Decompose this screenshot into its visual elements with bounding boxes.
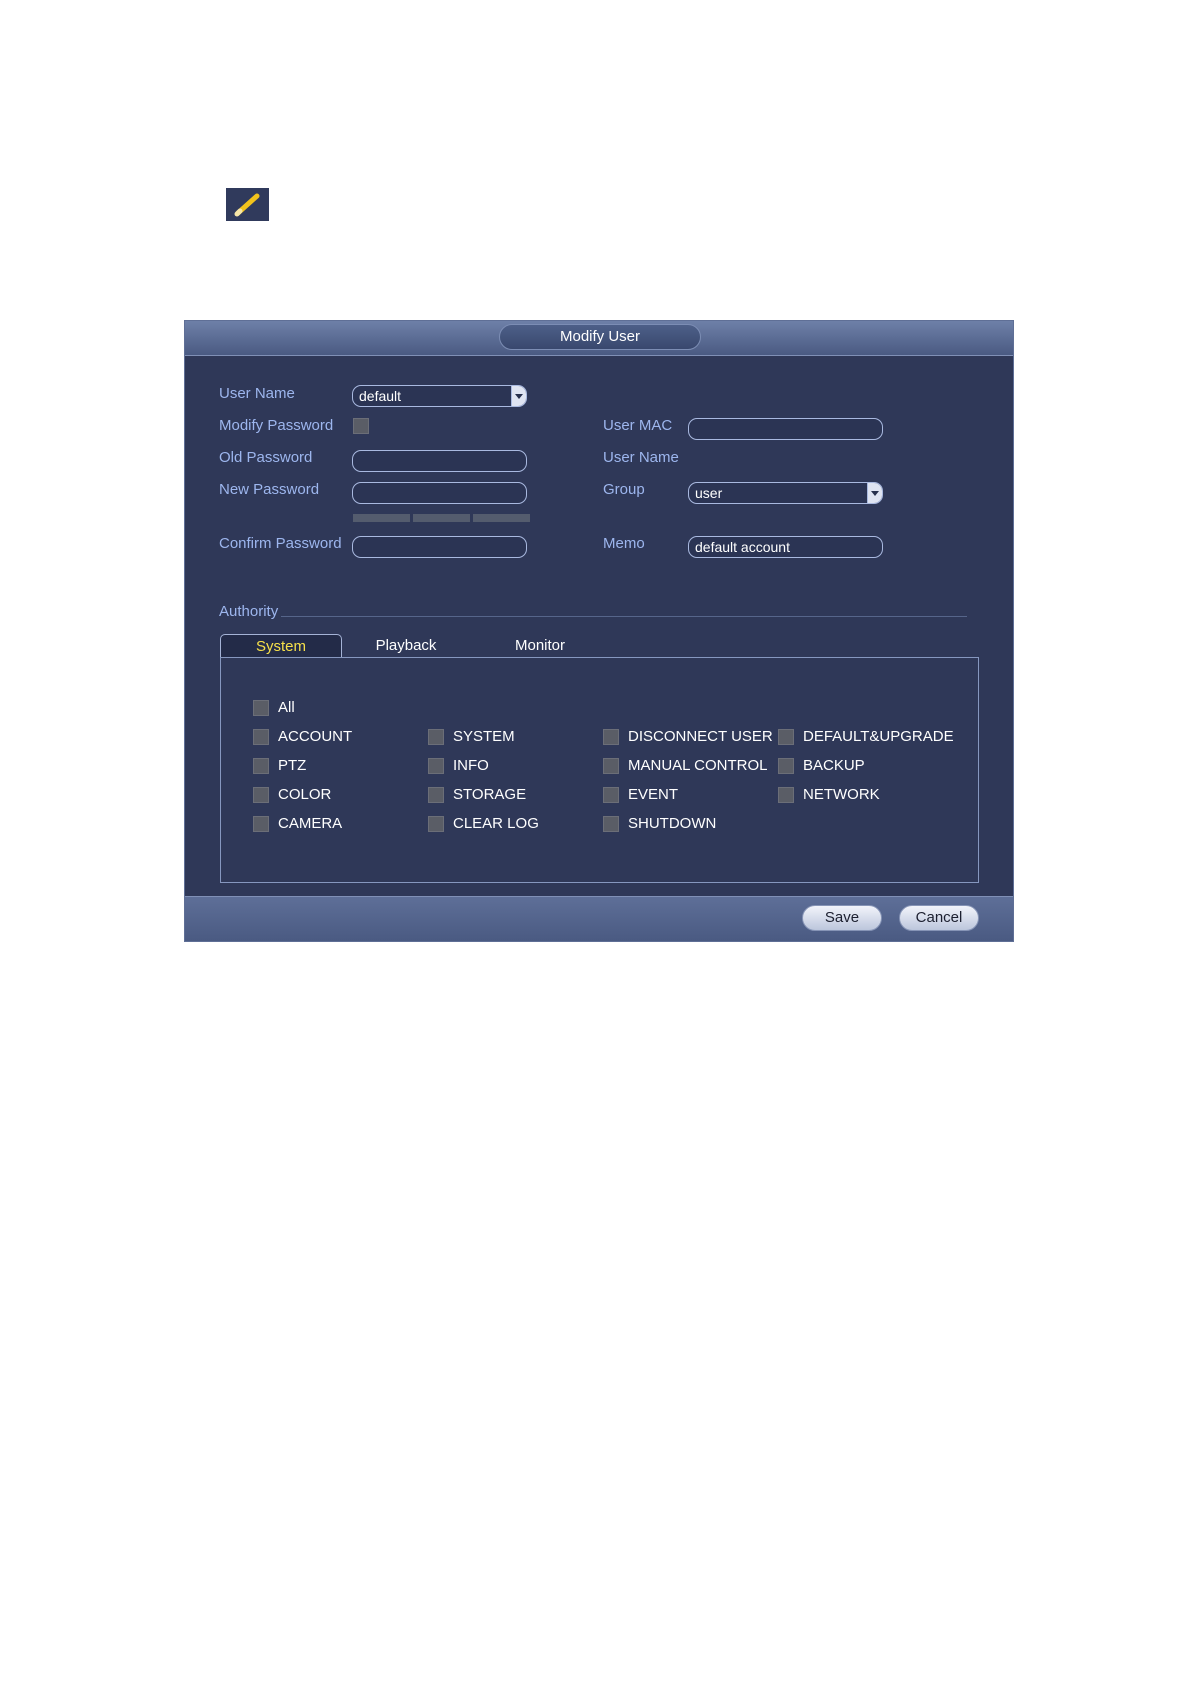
permission-label: DISCONNECT USER bbox=[628, 728, 773, 745]
user-name-value: default bbox=[359, 388, 402, 404]
permission-label: EVENT bbox=[628, 786, 679, 803]
permission-label: BACKUP bbox=[803, 757, 865, 774]
checkbox-box[interactable] bbox=[778, 728, 794, 745]
group-select[interactable]: user bbox=[688, 482, 883, 504]
checkbox-box[interactable] bbox=[603, 757, 619, 774]
permission-default-upgrade[interactable]: DEFAULT&UPGRADE bbox=[778, 728, 954, 745]
permission-label: DEFAULT&UPGRADE bbox=[803, 728, 954, 745]
permission-system[interactable]: SYSTEM bbox=[428, 728, 515, 745]
group-label: Group bbox=[603, 481, 645, 498]
user-name-select[interactable]: default bbox=[352, 385, 527, 407]
checkbox-box[interactable] bbox=[428, 757, 444, 774]
permission-storage[interactable]: STORAGE bbox=[428, 786, 526, 803]
checkbox-box[interactable] bbox=[428, 728, 444, 745]
permission-label: COLOR bbox=[278, 786, 332, 803]
modify-password-checkbox[interactable] bbox=[353, 418, 378, 434]
strength-segment bbox=[413, 514, 470, 522]
checkbox-box[interactable] bbox=[253, 699, 269, 716]
permission-label: CLEAR LOG bbox=[453, 815, 539, 832]
group-value: user bbox=[695, 485, 723, 501]
checkbox-box[interactable] bbox=[253, 728, 269, 745]
permission-camera[interactable]: CAMERA bbox=[253, 815, 342, 832]
new-password-field[interactable] bbox=[352, 482, 527, 504]
chevron-down-icon[interactable] bbox=[511, 386, 526, 406]
authority-label: Authority bbox=[219, 603, 279, 620]
permission-label: STORAGE bbox=[453, 786, 527, 803]
permission-account[interactable]: ACCOUNT bbox=[253, 728, 352, 745]
permission-color[interactable]: COLOR bbox=[253, 786, 331, 803]
permission-label: SHUTDOWN bbox=[628, 815, 717, 832]
permission-info[interactable]: INFO bbox=[428, 757, 489, 774]
checkbox-box[interactable] bbox=[603, 728, 619, 745]
memo-field[interactable]: default account bbox=[688, 536, 883, 558]
permission-label: CAMERA bbox=[278, 815, 343, 832]
old-password-field[interactable] bbox=[352, 450, 527, 472]
checkbox-box[interactable] bbox=[253, 757, 269, 774]
tab-monitor[interactable]: Monitor bbox=[485, 634, 595, 658]
permission-label: ACCOUNT bbox=[278, 728, 353, 745]
user-name-secondary-label: User Name bbox=[603, 449, 679, 466]
permission-network[interactable]: NETWORK bbox=[778, 786, 880, 803]
permission-event[interactable]: EVENT bbox=[603, 786, 678, 803]
permission-label: SYSTEM bbox=[453, 728, 515, 745]
memo-label: Memo bbox=[603, 535, 645, 552]
user-mac-label: User MAC bbox=[603, 417, 673, 434]
permission-clear-log[interactable]: CLEAR LOG bbox=[428, 815, 539, 832]
tab-playback[interactable]: Playback bbox=[351, 634, 461, 658]
checkbox-box[interactable] bbox=[353, 418, 369, 434]
save-button[interactable]: Save bbox=[802, 905, 882, 931]
permission-shutdown[interactable]: SHUTDOWN bbox=[603, 815, 716, 832]
confirm-password-label: Confirm Password bbox=[219, 535, 342, 552]
permission-backup[interactable]: BACKUP bbox=[778, 757, 865, 774]
permission-label: PTZ bbox=[278, 757, 307, 774]
strength-segment bbox=[473, 514, 530, 522]
permission-label: All bbox=[278, 699, 295, 716]
new-password-label: New Password bbox=[219, 481, 320, 498]
permission-label: MANUAL CONTROL bbox=[628, 757, 768, 774]
dialog-footer: Save Cancel bbox=[185, 896, 1013, 941]
user-name-label: User Name bbox=[219, 385, 295, 402]
cancel-button[interactable]: Cancel bbox=[899, 905, 979, 931]
chevron-down-icon[interactable] bbox=[867, 483, 882, 503]
checkbox-box[interactable] bbox=[603, 815, 619, 832]
password-strength-meter bbox=[353, 514, 530, 522]
checkbox-box[interactable] bbox=[603, 786, 619, 803]
permission-disconnect-user[interactable]: DISCONNECT USER bbox=[603, 728, 773, 745]
confirm-password-field[interactable] bbox=[352, 536, 527, 558]
checkbox-box[interactable] bbox=[253, 786, 269, 803]
checkbox-box[interactable] bbox=[778, 786, 794, 803]
dialog-header: Modify User bbox=[185, 321, 1013, 356]
modify-user-dialog: Modify User User Name default Modify Pas… bbox=[184, 320, 1014, 942]
checkbox-box[interactable] bbox=[428, 815, 444, 832]
user-mac-field[interactable] bbox=[688, 418, 883, 440]
permission-all[interactable]: All bbox=[253, 699, 295, 716]
checkbox-box[interactable] bbox=[778, 757, 794, 774]
dialog-title: Modify User bbox=[499, 324, 701, 350]
permission-label: INFO bbox=[453, 757, 489, 774]
permission-manual-control[interactable]: MANUAL CONTROL bbox=[603, 757, 767, 774]
old-password-label: Old Password bbox=[219, 449, 313, 466]
modify-password-label: Modify Password bbox=[219, 417, 334, 434]
pencil-edit-icon bbox=[226, 188, 269, 221]
checkbox-box[interactable] bbox=[428, 786, 444, 803]
permission-label: NETWORK bbox=[803, 786, 880, 803]
permission-ptz[interactable]: PTZ bbox=[253, 757, 306, 774]
tab-system[interactable]: System bbox=[220, 634, 342, 658]
permissions-panel bbox=[220, 657, 979, 883]
section-divider bbox=[281, 616, 967, 617]
checkbox-box[interactable] bbox=[253, 815, 269, 832]
strength-segment bbox=[353, 514, 410, 522]
